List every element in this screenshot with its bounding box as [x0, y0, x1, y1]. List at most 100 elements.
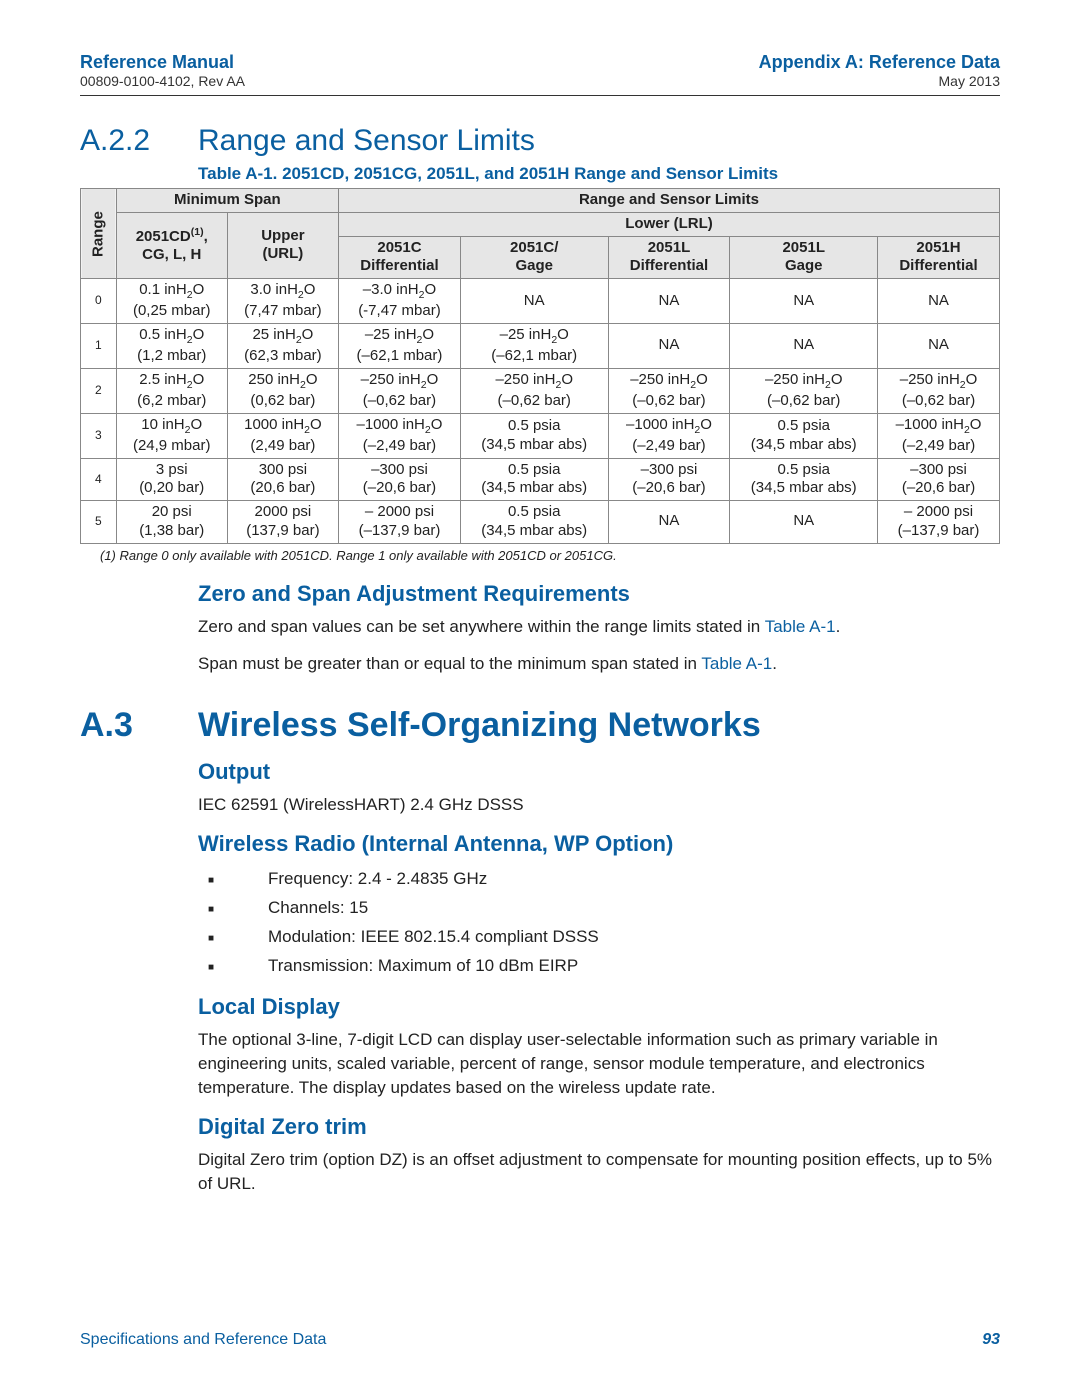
- col-l-diff-bot: Differential: [630, 257, 708, 274]
- col-l-gage-bot: Gage: [785, 257, 823, 274]
- zero-span-p2: Span must be greater than or equal to th…: [198, 652, 1000, 676]
- table-cell: –300 psi(–20,6 bar): [608, 458, 730, 501]
- table-cell: 0.5 psia(34,5 mbar abs): [460, 501, 608, 544]
- col-c-gage-bot: Gage: [515, 257, 553, 274]
- col-c-diff-top: 2051C: [377, 239, 421, 256]
- col-2051cd-sup: (1): [191, 226, 204, 238]
- col-l-gage-top: 2051L: [782, 239, 825, 256]
- section-a22-heading: A.2.2 Range and Sensor Limits: [80, 124, 1000, 158]
- col-h-diff-top: 2051H: [916, 239, 960, 256]
- col-rsl: Range and Sensor Limits: [339, 189, 1000, 213]
- table-cell: NA: [878, 279, 1000, 324]
- col-l-diff: 2051LDifferential: [608, 236, 730, 279]
- col-upper-top: Upper: [261, 227, 304, 244]
- zero-span-p2a: Span must be greater than or equal to th…: [198, 654, 701, 673]
- table-cell: NA: [730, 501, 878, 544]
- output-heading: Output: [198, 759, 1000, 785]
- row-index: 5: [81, 501, 117, 544]
- col-range: Range: [81, 189, 117, 279]
- section-number: A.2.2: [80, 124, 198, 158]
- table-caption: Table A-1. 2051CD, 2051CG, 2051L, and 20…: [198, 164, 1000, 184]
- page-header: Reference Manual 00809-0100-4102, Rev AA…: [80, 52, 1000, 96]
- table-row: 00.1 inH2O(0,25 mbar)3.0 inH2O(7,47 mbar…: [81, 279, 1000, 324]
- row-index: 4: [81, 458, 117, 501]
- col-minspan: Minimum Span: [116, 189, 338, 213]
- link-table-a1[interactable]: Table A-1: [701, 654, 772, 673]
- col-c-diff: 2051CDifferential: [339, 236, 461, 279]
- table-cell: 250 inH2O(0,62 bar): [227, 368, 338, 413]
- local-display-heading: Local Display: [198, 994, 1000, 1020]
- section-number: A.3: [80, 706, 198, 745]
- table-cell: –300 psi(–20,6 bar): [339, 458, 461, 501]
- table-cell: 0.1 inH2O(0,25 mbar): [116, 279, 227, 324]
- table-row: 43 psi(0,20 bar)300 psi(20,6 bar)–300 ps…: [81, 458, 1000, 501]
- table-cell: –25 inH2O(–62,1 mbar): [460, 323, 608, 368]
- section-title: Wireless Self-Organizing Networks: [198, 706, 761, 745]
- zero-span-heading: Zero and Span Adjustment Requirements: [198, 581, 1000, 607]
- table-cell: 0.5 psia(34,5 mbar abs): [460, 413, 608, 458]
- table-cell: NA: [608, 501, 730, 544]
- table-cell: 2000 psi(137,9 bar): [227, 501, 338, 544]
- list-item: Transmission: Maximum of 10 dBm EIRP: [198, 952, 1000, 981]
- section-a3-heading: A.3 Wireless Self-Organizing Networks: [80, 706, 1000, 745]
- table-cell: 25 inH2O(62,3 mbar): [227, 323, 338, 368]
- table-cell: –1000 inH2O(–2,49 bar): [608, 413, 730, 458]
- table-cell: 0.5 psia(34,5 mbar abs): [730, 458, 878, 501]
- link-table-a1[interactable]: Table A-1: [765, 617, 836, 636]
- table-cell: NA: [730, 279, 878, 324]
- table-cell: 3.0 inH2O(7,47 mbar): [227, 279, 338, 324]
- table-cell: –3.0 inH2O(-7,47 mbar): [339, 279, 461, 324]
- col-c-gage-top: 2051C/: [510, 239, 558, 256]
- table-cell: –250 inH2O(–0,62 bar): [730, 368, 878, 413]
- local-display-p: The optional 3-line, 7-digit LCD can dis…: [198, 1028, 1000, 1099]
- table-cell: 3 psi(0,20 bar): [116, 458, 227, 501]
- page-footer: Specifications and Reference Data 93: [80, 1331, 1000, 1349]
- table-cell: –1000 inH2O(–2,49 bar): [339, 413, 461, 458]
- list-item: Channels: 15: [198, 894, 1000, 923]
- output-p: IEC 62591 (WirelessHART) 2.4 GHz DSSS: [198, 793, 1000, 817]
- header-left-sub: 00809-0100-4102, Rev AA: [80, 73, 245, 89]
- digital-zero-p: Digital Zero trim (option DZ) is an offs…: [198, 1148, 1000, 1196]
- section-title: Range and Sensor Limits: [198, 124, 535, 158]
- table-cell: 300 psi(20,6 bar): [227, 458, 338, 501]
- table-cell: –250 inH2O(–0,62 bar): [878, 368, 1000, 413]
- footer-page-number: 93: [982, 1331, 1000, 1349]
- digital-zero-heading: Digital Zero trim: [198, 1114, 1000, 1140]
- row-index: 2: [81, 368, 117, 413]
- table-row: 520 psi(1,38 bar)2000 psi(137,9 bar)– 20…: [81, 501, 1000, 544]
- table-cell: 0.5 psia(34,5 mbar abs): [730, 413, 878, 458]
- footer-left: Specifications and Reference Data: [80, 1331, 326, 1349]
- table-cell: 0.5 psia(34,5 mbar abs): [460, 458, 608, 501]
- table-cell: 10 inH2O(24,9 mbar): [116, 413, 227, 458]
- table-cell: NA: [460, 279, 608, 324]
- table-cell: NA: [730, 323, 878, 368]
- list-item: Frequency: 2.4 - 2.4835 GHz: [198, 865, 1000, 894]
- table-footnote: (1) Range 0 only available with 2051CD. …: [100, 548, 1000, 563]
- row-index: 3: [81, 413, 117, 458]
- table-cell: NA: [608, 279, 730, 324]
- wireless-radio-list: Frequency: 2.4 - 2.4835 GHz Channels: 15…: [198, 865, 1000, 981]
- col-2051cd-bot: CG, L, H: [142, 246, 201, 263]
- col-upper-bot: (URL): [262, 245, 303, 262]
- header-left-title: Reference Manual: [80, 52, 245, 73]
- list-item: Modulation: IEEE 802.15.4 compliant DSSS: [198, 923, 1000, 952]
- col-h-diff-bot: Differential: [899, 257, 977, 274]
- table-cell: –250 inH2O(–0,62 bar): [460, 368, 608, 413]
- col-upper: Upper (URL): [227, 212, 338, 278]
- header-right-title: Appendix A: Reference Data: [759, 52, 1000, 73]
- zero-span-p2c: .: [772, 654, 777, 673]
- table-cell: – 2000 psi(–137,9 bar): [878, 501, 1000, 544]
- col-h-diff: 2051HDifferential: [878, 236, 1000, 279]
- range-limits-table: Range Minimum Span Range and Sensor Limi…: [80, 188, 1000, 544]
- wireless-radio-heading: Wireless Radio (Internal Antenna, WP Opt…: [198, 831, 1000, 857]
- table-cell: NA: [878, 323, 1000, 368]
- table-cell: 1000 inH2O(2,49 bar): [227, 413, 338, 458]
- col-lower: Lower (LRL): [339, 212, 1000, 236]
- zero-span-p1c: .: [836, 617, 841, 636]
- table-cell: –300 psi(–20,6 bar): [878, 458, 1000, 501]
- table-row: 310 inH2O(24,9 mbar)1000 inH2O(2,49 bar)…: [81, 413, 1000, 458]
- table-cell: 2.5 inH2O(6,2 mbar): [116, 368, 227, 413]
- table-cell: –250 inH2O(–0,62 bar): [608, 368, 730, 413]
- col-c-diff-bot: Differential: [360, 257, 438, 274]
- header-right-sub: May 2013: [759, 73, 1000, 89]
